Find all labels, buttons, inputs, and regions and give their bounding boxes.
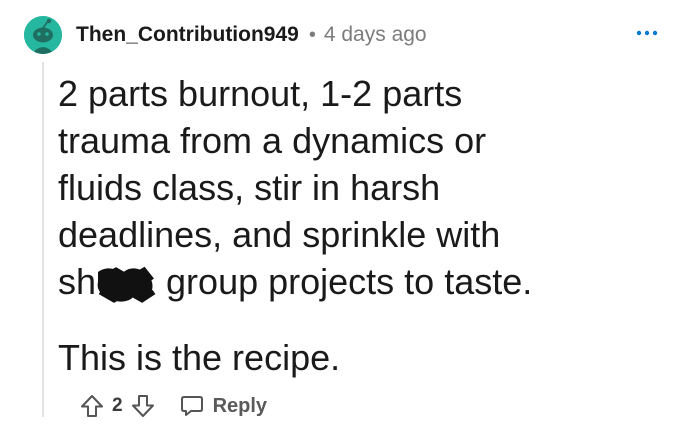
avatar[interactable] xyxy=(24,16,62,54)
timestamp[interactable]: 4 days ago xyxy=(324,23,427,47)
upvote-arrow-icon xyxy=(81,395,103,417)
comment-line: fluids class, stir in harsh xyxy=(58,167,441,208)
comment-line-suffix: group projects to taste. xyxy=(156,261,533,302)
more-options-button[interactable] xyxy=(630,18,664,48)
downvote-button[interactable] xyxy=(127,390,159,422)
thread-line[interactable] xyxy=(42,62,44,417)
comment-line: deadlines, and sprinkle with xyxy=(58,214,501,255)
downvote-arrow-icon xyxy=(131,395,154,417)
comment-actions: 2 Reply xyxy=(76,388,267,424)
more-options-icon xyxy=(636,30,658,36)
vote-score: 2 xyxy=(112,395,123,416)
comment-line: trauma from a dynamics or xyxy=(58,120,487,161)
comment-body: 2 parts burnout, 1-2 parts trauma from a… xyxy=(58,70,668,381)
comment-paragraph: 2 parts burnout, 1-2 parts trauma from a… xyxy=(58,70,668,305)
snoo-avatar-icon xyxy=(24,16,62,54)
reply-label: Reply xyxy=(212,394,268,417)
comment-paragraph: This is the recipe. xyxy=(58,337,341,378)
upvote-button[interactable] xyxy=(76,390,108,422)
chat-bubble-icon xyxy=(180,396,203,416)
comment: Then_Contribution949 • 4 days ago 2 part… xyxy=(0,0,690,430)
comment-line-prefix: sh xyxy=(58,261,97,302)
reply-button[interactable]: Reply xyxy=(179,393,267,419)
censor-scribble xyxy=(96,264,156,303)
comment-line: 2 parts burnout, 1-2 parts xyxy=(58,73,463,114)
comment-header: Then_Contribution949 • 4 days ago xyxy=(76,20,427,50)
meta-separator: • xyxy=(308,23,316,46)
username[interactable]: Then_Contribution949 xyxy=(76,23,299,47)
